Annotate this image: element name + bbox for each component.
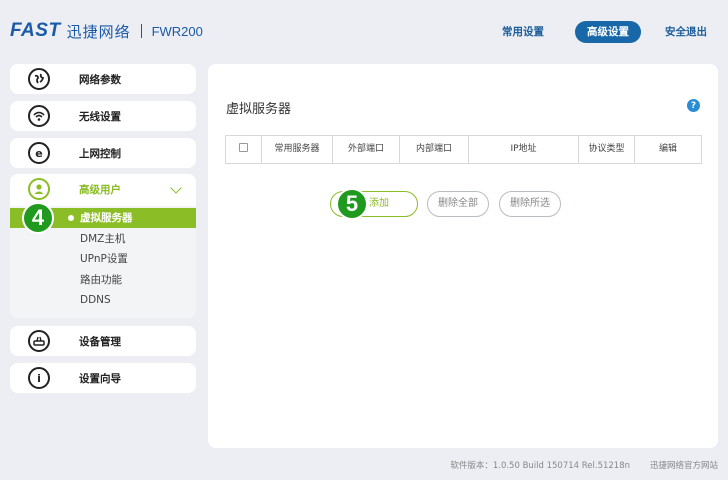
sidebar-group-advanced-user: 高级用户 虚拟服务器 DMZ主机 UPnP设置 路由功能 DDNS (10, 174, 196, 318)
sidebar-item-label: 网络参数 (79, 73, 121, 86)
logo-separator (140, 24, 142, 38)
ie-icon: e (28, 142, 50, 164)
sidebar-item-network[interactable]: 网络参数 (10, 64, 196, 94)
delete-selected-button[interactable]: 删除所选 (499, 191, 561, 217)
software-version: 软件版本：1.0.50 Build 150714 Rel.51218n (450, 461, 630, 471)
sidebar-item-label: 高级用户 (79, 184, 121, 196)
nav-logout[interactable]: 安全退出 (658, 21, 714, 43)
column-header: 编辑 (658, 144, 677, 154)
model-name: FWR200 (151, 23, 203, 39)
column-header: IP地址 (469, 136, 579, 163)
sidebar-item-label: 设置向导 (79, 372, 121, 385)
wifi-icon (28, 105, 50, 127)
select-all-cell (226, 136, 262, 163)
active-dot-icon (68, 215, 74, 221)
info-icon: i (28, 367, 50, 389)
sidebar-item-access-control[interactable]: e 上网控制 (10, 138, 196, 168)
sidebar-item-label: 上网控制 (79, 147, 121, 160)
official-site-link[interactable]: 迅捷网络官方网站 (650, 459, 718, 471)
column-header: 协议类型 (579, 136, 635, 163)
sidebar-item-label: 设备管理 (79, 335, 121, 348)
nav-advanced-settings[interactable]: 高级设置 (575, 21, 641, 43)
sidebar-subitem-routing[interactable]: 路由功能 (10, 270, 196, 290)
help-icon[interactable]: ? (687, 99, 700, 112)
nav-common-settings[interactable]: 常用设置 (495, 21, 551, 43)
sidebar-item-wireless[interactable]: 无线设置 (10, 101, 196, 131)
sidebar-item-device-management[interactable]: 设备管理 (10, 326, 196, 356)
column-header: 常用服务器 (262, 136, 333, 163)
sidebar-subitem-upnp[interactable]: UPnP设置 (10, 249, 196, 269)
router-icon (28, 330, 50, 352)
step-badge-5: 5 (336, 188, 368, 220)
column-header: 内部端口 (400, 136, 469, 163)
user-icon (28, 178, 50, 200)
select-all-checkbox[interactable] (239, 143, 248, 152)
sidebar-item-advanced-user[interactable]: 高级用户 (10, 174, 196, 204)
globe-icon (28, 68, 50, 90)
main-panel: 虚拟服务器 ? 常用服务器 外部端口 内部端口 IP地址 协议类型 编辑 添加 … (208, 64, 718, 448)
sidebar-subitem-ddns[interactable]: DDNS (10, 290, 196, 310)
sidebar-item-setup-wizard[interactable]: i 设置向导 (10, 363, 196, 393)
sidebar-subitem-label: 虚拟服务器 (80, 212, 133, 224)
chevron-down-icon (170, 182, 182, 194)
step-badge-4: 4 (22, 202, 54, 234)
virtual-server-table-header: 常用服务器 外部端口 内部端口 IP地址 协议类型 编辑 (225, 135, 702, 164)
logo-brand: FAST (10, 20, 61, 41)
logo-cn: 迅捷网络 (66, 22, 131, 41)
header: FAST 迅捷网络 FWR200 常用设置 高级设置 安全退出 (0, 0, 728, 62)
delete-all-button[interactable]: 删除全部 (427, 191, 489, 217)
column-header: 外部端口 (333, 136, 400, 163)
logo: FAST 迅捷网络 FWR200 (10, 20, 203, 42)
sidebar-item-label: 无线设置 (79, 110, 121, 123)
page-title: 虚拟服务器 (226, 102, 292, 117)
